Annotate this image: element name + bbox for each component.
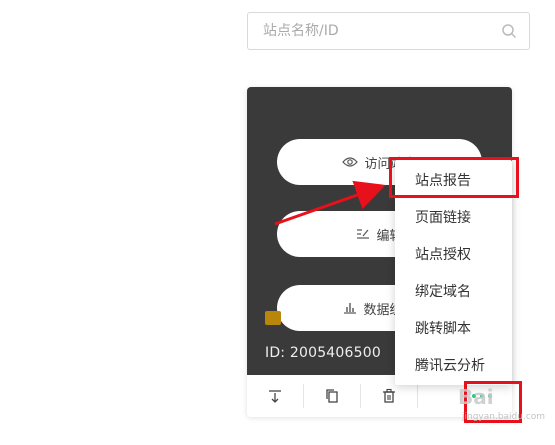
annotation-arrow <box>274 180 386 226</box>
baidu-watermark: Bai <box>458 385 494 409</box>
baidu-watermark-sub: jingyan.baidu.com <box>462 412 546 422</box>
